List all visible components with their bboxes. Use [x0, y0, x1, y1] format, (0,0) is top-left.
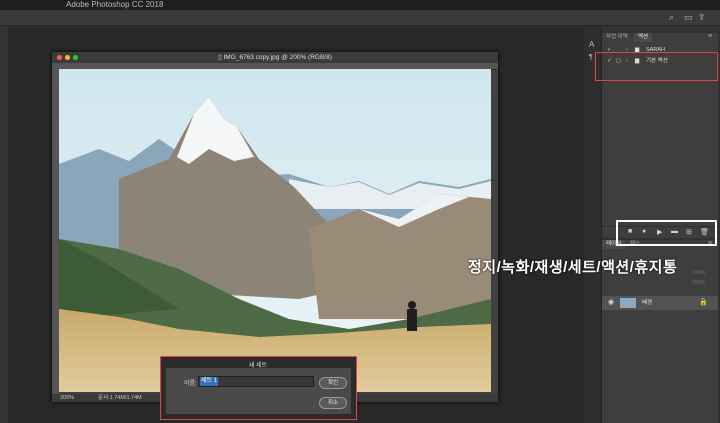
layer-thumbnail — [620, 298, 636, 308]
search-icon[interactable]: ⌕ — [669, 10, 674, 25]
tools-panel — [0, 26, 8, 423]
canvas-image[interactable] — [59, 69, 491, 392]
share-icon[interactable]: ⇪ — [698, 10, 706, 25]
layer-row[interactable]: ◉ 배경 🔒 — [602, 296, 718, 310]
cancel-button[interactable]: 취소 — [319, 397, 347, 409]
lock-icon[interactable]: 🔒 — [699, 298, 708, 306]
opacity-value[interactable]: 100% — [692, 270, 705, 276]
ok-button[interactable]: 확인 — [319, 377, 347, 389]
paragraph-icon[interactable]: ¶ — [589, 54, 593, 61]
document-title: IMG_6763 copy.jpg @ 200% (RGB/8) — [223, 54, 332, 61]
document-window: ▯ IMG_6763 copy.jpg @ 200% (RGB/8) 200% … — [52, 52, 498, 402]
document-info: 문서:1.74M/1.74M — [98, 395, 142, 401]
annotation-text: 정지/녹화/재생/세트/액션/휴지통 — [468, 259, 678, 276]
dialog-body: 이름: 세트 1 확인 취소 — [166, 368, 351, 414]
ruler-vertical[interactable] — [52, 69, 59, 394]
workspace-icon[interactable]: ▭ — [684, 10, 693, 25]
layer-name[interactable]: 배경 — [642, 298, 652, 308]
options-bar — [0, 10, 720, 26]
zoom-level[interactable]: 200% — [60, 394, 74, 402]
fill-value[interactable]: 100% — [692, 280, 705, 286]
mountain-photo — [59, 69, 491, 392]
panel-menu-icon[interactable]: ≡ — [708, 33, 712, 40]
name-label: 이름: — [184, 381, 197, 387]
eye-icon[interactable]: ◉ — [608, 298, 614, 306]
annotation-box-toolbar — [616, 220, 717, 246]
collapsed-panels: A ¶ — [584, 26, 602, 423]
annotation-box-sets — [595, 52, 718, 81]
name-input-value: 세트 1 — [200, 377, 219, 386]
name-input[interactable]: 세트 1 — [198, 376, 314, 387]
tab-history[interactable]: 작업 내역 — [602, 33, 632, 42]
character-icon[interactable]: A — [589, 40, 594, 49]
app-title: Adobe Photoshop CC 2018 — [66, 0, 164, 9]
tab-actions[interactable]: 액션 — [634, 33, 653, 42]
